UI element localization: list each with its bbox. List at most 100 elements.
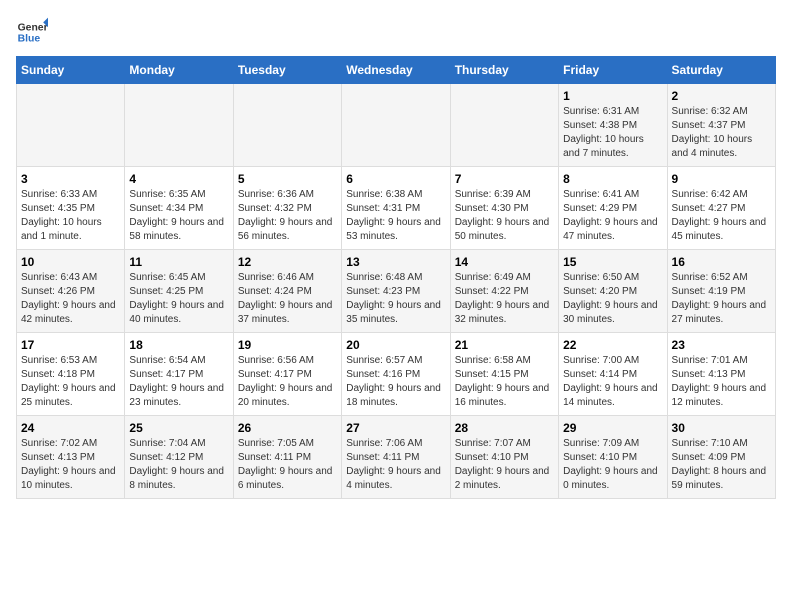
day-info: Sunrise: 7:01 AM Sunset: 4:13 PM Dayligh…	[672, 354, 771, 410]
header: General Blue	[16, 16, 776, 48]
calendar-week-row: 1 Sunrise: 6:31 AM Sunset: 4:38 PM Daylig…	[17, 84, 776, 167]
day-number: 15	[563, 255, 662, 269]
calendar-cell: 3 Sunrise: 6:33 AM Sunset: 4:35 PM Daylig…	[17, 167, 125, 250]
day-number: 18	[129, 338, 228, 352]
day-info: Sunrise: 7:02 AM Sunset: 4:13 PM Dayligh…	[21, 437, 120, 493]
calendar-cell: 30 Sunrise: 7:10 AM Sunset: 4:09 PM Dayli…	[667, 416, 775, 499]
day-info: Sunrise: 7:10 AM Sunset: 4:09 PM Dayligh…	[672, 437, 771, 493]
calendar-cell: 2 Sunrise: 6:32 AM Sunset: 4:37 PM Daylig…	[667, 84, 775, 167]
day-number: 6	[346, 172, 445, 186]
day-info: Sunrise: 7:04 AM Sunset: 4:12 PM Dayligh…	[129, 437, 228, 493]
calendar-cell: 10 Sunrise: 6:43 AM Sunset: 4:26 PM Dayli…	[17, 250, 125, 333]
calendar-cell: 25 Sunrise: 7:04 AM Sunset: 4:12 PM Dayli…	[125, 416, 233, 499]
calendar-cell: 12Sunrise: 6:46 AM Sunset: 4:24 PM Dayli…	[233, 250, 341, 333]
day-info: Sunrise: 6:57 AM Sunset: 4:16 PM Dayligh…	[346, 354, 445, 410]
day-number: 5	[238, 172, 337, 186]
calendar-cell: 18Sunrise: 6:54 AM Sunset: 4:17 PM Dayli…	[125, 333, 233, 416]
calendar-week-row: 3 Sunrise: 6:33 AM Sunset: 4:35 PM Daylig…	[17, 167, 776, 250]
calendar-cell: 14Sunrise: 6:49 AM Sunset: 4:22 PM Dayli…	[450, 250, 558, 333]
day-number: 9	[672, 172, 771, 186]
calendar-cell: 6 Sunrise: 6:38 AM Sunset: 4:31 PM Daylig…	[342, 167, 450, 250]
calendar-cell: 29 Sunrise: 7:09 AM Sunset: 4:10 PM Dayli…	[559, 416, 667, 499]
calendar-week-row: 24 Sunrise: 7:02 AM Sunset: 4:13 PM Dayli…	[17, 416, 776, 499]
day-number: 20	[346, 338, 445, 352]
day-number: 26	[238, 421, 337, 435]
calendar-cell: 4Sunrise: 6:35 AM Sunset: 4:34 PM Daylig…	[125, 167, 233, 250]
calendar-week-row: 10 Sunrise: 6:43 AM Sunset: 4:26 PM Dayli…	[17, 250, 776, 333]
calendar-cell: 22Sunrise: 7:00 AM Sunset: 4:14 PM Dayli…	[559, 333, 667, 416]
calendar-cell: 27 Sunrise: 7:06 AM Sunset: 4:11 PM Dayli…	[342, 416, 450, 499]
day-number: 10	[21, 255, 120, 269]
calendar-table: SundayMondayTuesdayWednesdayThursdayFrid…	[16, 56, 776, 499]
day-number: 24	[21, 421, 120, 435]
calendar-header-row: SundayMondayTuesdayWednesdayThursdayFrid…	[17, 57, 776, 84]
calendar-cell: 5 Sunrise: 6:36 AM Sunset: 4:32 PM Daylig…	[233, 167, 341, 250]
day-info: Sunrise: 6:52 AM Sunset: 4:19 PM Dayligh…	[672, 271, 771, 327]
day-info: Sunrise: 6:53 AM Sunset: 4:18 PM Dayligh…	[21, 354, 120, 410]
day-number: 30	[672, 421, 771, 435]
calendar-cell: 8 Sunrise: 6:41 AM Sunset: 4:29 PM Daylig…	[559, 167, 667, 250]
weekday-header: Wednesday	[342, 57, 450, 84]
calendar-cell	[342, 84, 450, 167]
day-info: Sunrise: 6:38 AM Sunset: 4:31 PM Dayligh…	[346, 188, 445, 244]
day-info: Sunrise: 6:33 AM Sunset: 4:35 PM Dayligh…	[21, 188, 120, 244]
calendar-cell: 9 Sunrise: 6:42 AM Sunset: 4:27 PM Daylig…	[667, 167, 775, 250]
day-number: 27	[346, 421, 445, 435]
calendar-body: 1 Sunrise: 6:31 AM Sunset: 4:38 PM Daylig…	[17, 84, 776, 499]
day-info: Sunrise: 6:35 AM Sunset: 4:34 PM Dayligh…	[129, 188, 228, 244]
day-info: Sunrise: 7:06 AM Sunset: 4:11 PM Dayligh…	[346, 437, 445, 493]
calendar-week-row: 17 Sunrise: 6:53 AM Sunset: 4:18 PM Dayli…	[17, 333, 776, 416]
day-info: Sunrise: 7:05 AM Sunset: 4:11 PM Dayligh…	[238, 437, 337, 493]
day-info: Sunrise: 6:50 AM Sunset: 4:20 PM Dayligh…	[563, 271, 662, 327]
calendar-cell: 21Sunrise: 6:58 AM Sunset: 4:15 PM Dayli…	[450, 333, 558, 416]
day-info: Sunrise: 6:43 AM Sunset: 4:26 PM Dayligh…	[21, 271, 120, 327]
day-info: Sunrise: 6:39 AM Sunset: 4:30 PM Dayligh…	[455, 188, 554, 244]
calendar-cell: 1 Sunrise: 6:31 AM Sunset: 4:38 PM Daylig…	[559, 84, 667, 167]
day-number: 19	[238, 338, 337, 352]
day-info: Sunrise: 6:46 AM Sunset: 4:24 PM Dayligh…	[238, 271, 337, 327]
calendar-cell: 23 Sunrise: 7:01 AM Sunset: 4:13 PM Dayli…	[667, 333, 775, 416]
day-info: Sunrise: 6:48 AM Sunset: 4:23 PM Dayligh…	[346, 271, 445, 327]
day-info: Sunrise: 7:07 AM Sunset: 4:10 PM Dayligh…	[455, 437, 554, 493]
day-number: 23	[672, 338, 771, 352]
calendar-cell: 16 Sunrise: 6:52 AM Sunset: 4:19 PM Dayli…	[667, 250, 775, 333]
calendar-cell	[450, 84, 558, 167]
day-info: Sunrise: 6:49 AM Sunset: 4:22 PM Dayligh…	[455, 271, 554, 327]
day-info: Sunrise: 6:42 AM Sunset: 4:27 PM Dayligh…	[672, 188, 771, 244]
day-number: 2	[672, 89, 771, 103]
day-number: 11	[129, 255, 228, 269]
day-number: 1	[563, 89, 662, 103]
weekday-header: Friday	[559, 57, 667, 84]
day-info: Sunrise: 6:36 AM Sunset: 4:32 PM Dayligh…	[238, 188, 337, 244]
day-info: Sunrise: 7:09 AM Sunset: 4:10 PM Dayligh…	[563, 437, 662, 493]
svg-text:General: General	[18, 22, 48, 33]
day-info: Sunrise: 7:00 AM Sunset: 4:14 PM Dayligh…	[563, 354, 662, 410]
calendar-cell	[17, 84, 125, 167]
day-number: 25	[129, 421, 228, 435]
calendar-cell: 19 Sunrise: 6:56 AM Sunset: 4:17 PM Dayli…	[233, 333, 341, 416]
weekday-header: Monday	[125, 57, 233, 84]
day-number: 28	[455, 421, 554, 435]
day-number: 3	[21, 172, 120, 186]
calendar-cell: 28 Sunrise: 7:07 AM Sunset: 4:10 PM Dayli…	[450, 416, 558, 499]
calendar-cell: 15 Sunrise: 6:50 AM Sunset: 4:20 PM Dayli…	[559, 250, 667, 333]
day-info: Sunrise: 6:41 AM Sunset: 4:29 PM Dayligh…	[563, 188, 662, 244]
day-info: Sunrise: 6:31 AM Sunset: 4:38 PM Dayligh…	[563, 105, 662, 161]
calendar-cell: 11Sunrise: 6:45 AM Sunset: 4:25 PM Dayli…	[125, 250, 233, 333]
day-number: 16	[672, 255, 771, 269]
weekday-header: Thursday	[450, 57, 558, 84]
day-info: Sunrise: 6:56 AM Sunset: 4:17 PM Dayligh…	[238, 354, 337, 410]
weekday-header: Tuesday	[233, 57, 341, 84]
calendar-cell: 17 Sunrise: 6:53 AM Sunset: 4:18 PM Dayli…	[17, 333, 125, 416]
calendar-cell	[233, 84, 341, 167]
day-info: Sunrise: 6:32 AM Sunset: 4:37 PM Dayligh…	[672, 105, 771, 161]
day-number: 17	[21, 338, 120, 352]
weekday-header: Saturday	[667, 57, 775, 84]
day-number: 8	[563, 172, 662, 186]
calendar-cell	[125, 84, 233, 167]
calendar-cell: 7Sunrise: 6:39 AM Sunset: 4:30 PM Daylig…	[450, 167, 558, 250]
calendar-cell: 13 Sunrise: 6:48 AM Sunset: 4:23 PM Dayli…	[342, 250, 450, 333]
day-number: 29	[563, 421, 662, 435]
weekday-header: Sunday	[17, 57, 125, 84]
day-number: 13	[346, 255, 445, 269]
